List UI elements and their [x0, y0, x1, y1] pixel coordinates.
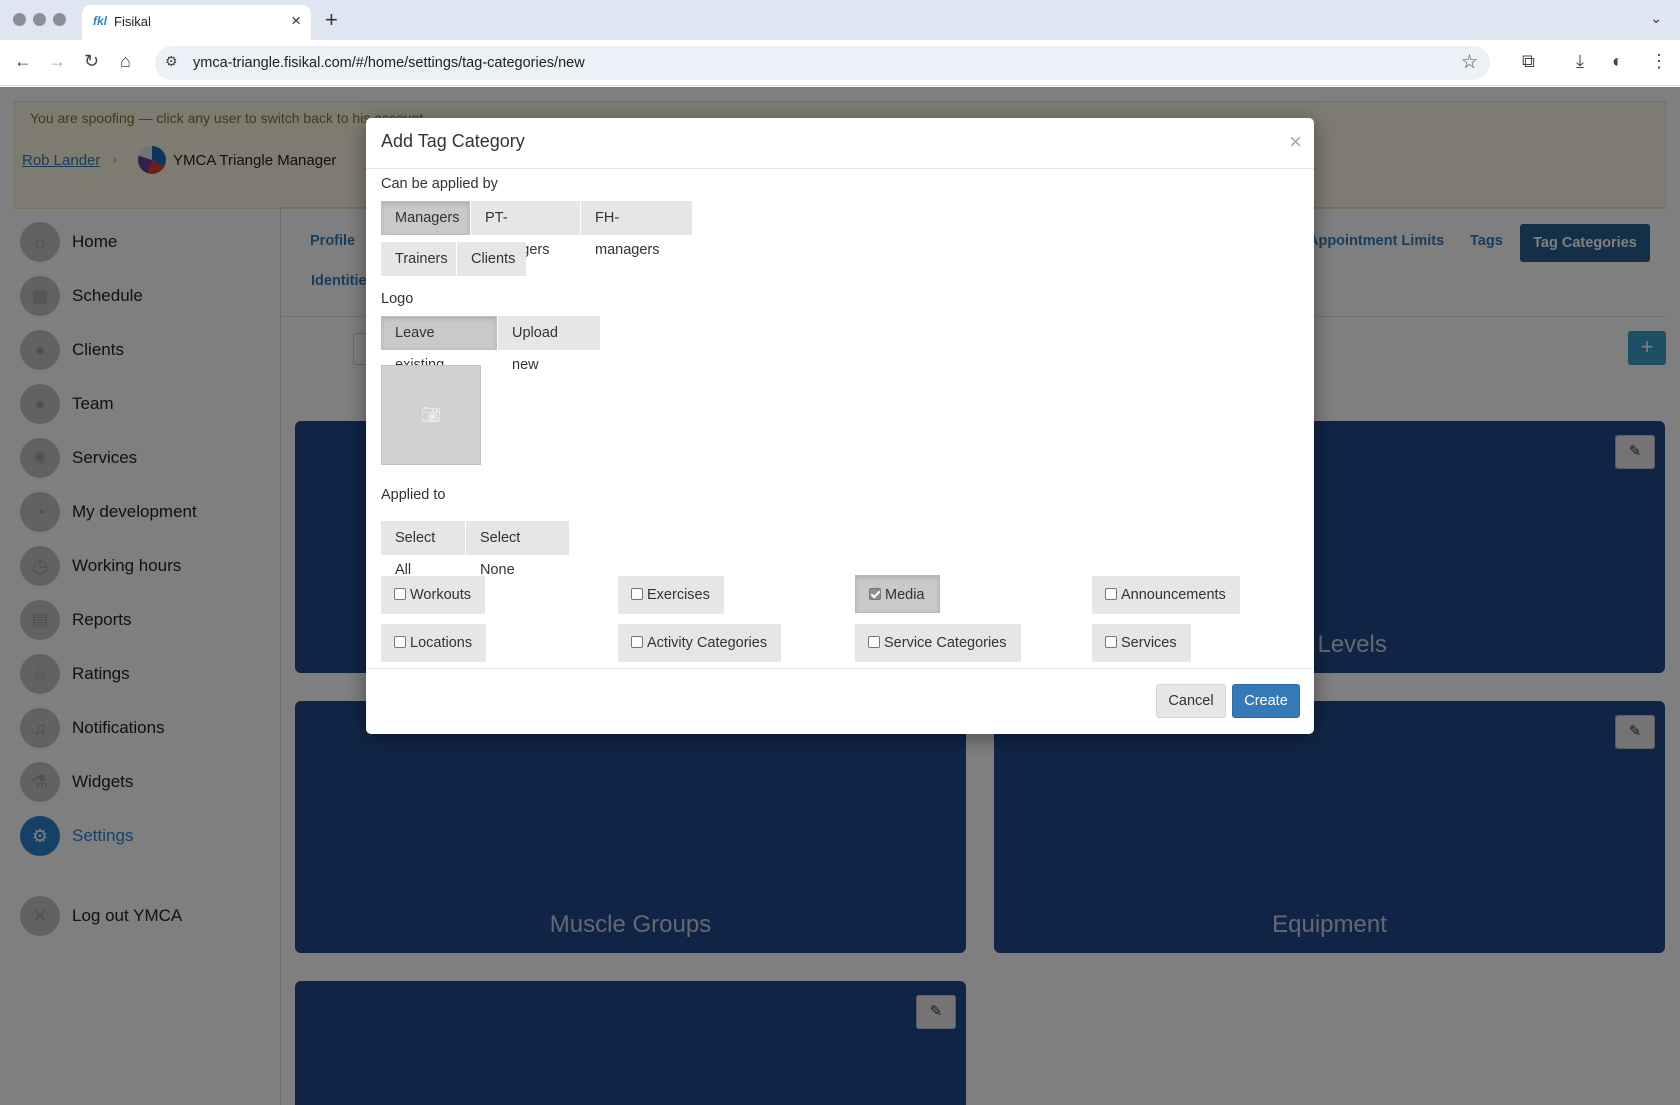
- applied-to-service-categories[interactable]: Service Categories: [855, 624, 1021, 662]
- tab-close-icon[interactable]: ×: [291, 11, 301, 31]
- logo-upload-new[interactable]: Upload new: [498, 316, 600, 373]
- browser-toolbar: ← → ↻ ⌂ ⚙ ymca-triangle.fisikal.com/#/ho…: [0, 40, 1680, 86]
- applied-by-managers[interactable]: Managers: [381, 201, 470, 235]
- browser-menu-icon[interactable]: ⋮: [1650, 51, 1668, 72]
- tab-title: Fisikal: [114, 14, 151, 29]
- cancel-button[interactable]: Cancel: [1156, 684, 1226, 718]
- new-tab-icon[interactable]: +: [325, 7, 338, 33]
- extensions-icon[interactable]: ⧉: [1522, 51, 1535, 72]
- home-browser-icon[interactable]: ⌂: [120, 51, 131, 72]
- close-window-dot[interactable]: [13, 13, 26, 26]
- minimize-window-dot[interactable]: [33, 13, 46, 26]
- download-icon[interactable]: ⤓: [1576, 51, 1584, 72]
- applied-by-pt-managers[interactable]: PT-managers: [471, 201, 580, 258]
- profile-icon[interactable]: ◐: [1612, 51, 1623, 72]
- browser-tab[interactable]: fkl Fisikal ×: [82, 5, 311, 40]
- applied-to-services[interactable]: Services: [1092, 624, 1191, 662]
- checkbox[interactable]: [868, 636, 880, 648]
- modal-title: Add Tag Category: [381, 131, 525, 151]
- create-button[interactable]: Create: [1232, 684, 1300, 718]
- checkbox[interactable]: [394, 636, 406, 648]
- applied-by-label: Can be applied by: [381, 176, 498, 192]
- logo-placeholder[interactable]: 📷︎: [381, 365, 481, 465]
- applied-to-locations[interactable]: Locations: [381, 624, 487, 662]
- checkbox-checked[interactable]: [869, 588, 881, 600]
- applied-by-trainers[interactable]: Trainers: [381, 242, 456, 276]
- logo-label: Logo: [381, 291, 414, 307]
- zoom-window-dot[interactable]: [53, 13, 66, 26]
- logo-leave-existing[interactable]: Leave existing: [381, 316, 497, 373]
- site-settings-icon[interactable]: ⚙: [165, 53, 178, 70]
- forward-arrow-icon[interactable]: →: [48, 51, 66, 72]
- address-bar[interactable]: ⚙ ymca-triangle.fisikal.com/#/home/setti…: [155, 46, 1490, 80]
- checkbox[interactable]: [631, 588, 643, 600]
- divider: [366, 168, 1314, 169]
- applied-by-fh-managers[interactable]: FH-managers: [581, 201, 692, 258]
- applied-by-clients[interactable]: Clients: [457, 242, 526, 276]
- url-text[interactable]: ymca-triangle.fisikal.com/#/home/setting…: [193, 55, 585, 71]
- applied-to-media[interactable]: Media: [855, 575, 940, 613]
- applied-to-workouts[interactable]: Workouts: [381, 576, 485, 614]
- back-arrow-icon[interactable]: ←: [14, 51, 32, 72]
- camera-icon: 📷︎: [420, 407, 442, 424]
- tab-search-chevron-icon[interactable]: ⌄: [1650, 10, 1662, 27]
- checkbox[interactable]: [631, 636, 643, 648]
- checkbox[interactable]: [394, 588, 406, 600]
- applied-to-exercises[interactable]: Exercises: [618, 576, 724, 614]
- select-all-button[interactable]: Select All: [381, 521, 465, 578]
- applied-to-label: Applied to: [381, 487, 446, 503]
- fisikal-favicon-icon: fkl: [93, 14, 108, 28]
- checkbox[interactable]: [1105, 636, 1117, 648]
- applied-to-announcements[interactable]: Announcements: [1092, 576, 1240, 614]
- bookmark-star-icon[interactable]: ☆: [1461, 51, 1478, 74]
- reload-icon[interactable]: ↻: [84, 51, 99, 72]
- applied-to-activity-categories[interactable]: Activity Categories: [618, 624, 782, 662]
- select-none-button[interactable]: Select None: [466, 521, 569, 578]
- divider: [366, 668, 1314, 669]
- close-icon[interactable]: ×: [1289, 129, 1302, 155]
- browser-tabbar: fkl Fisikal × + ⌄: [0, 0, 1680, 40]
- checkbox[interactable]: [1105, 588, 1117, 600]
- add-tag-category-dialog: Add Tag Category × Can be applied by Man…: [366, 118, 1314, 734]
